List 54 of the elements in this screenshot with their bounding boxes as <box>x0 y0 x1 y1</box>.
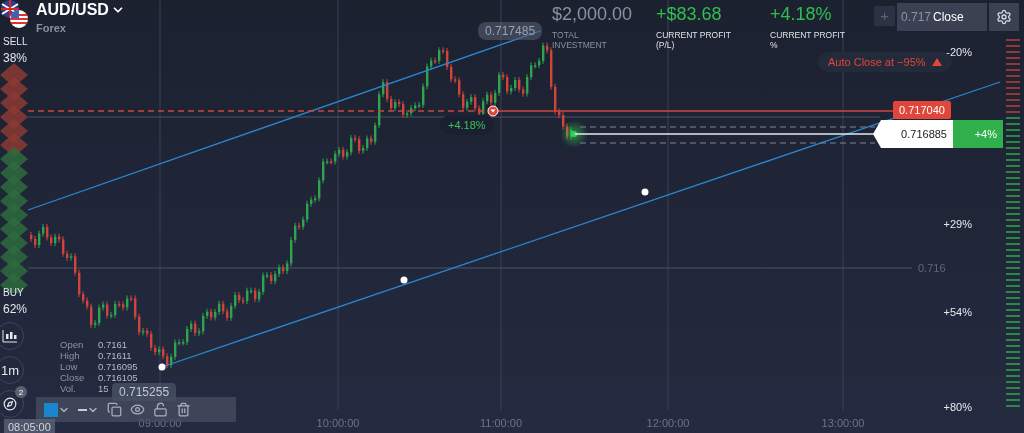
bar-chart-icon <box>2 329 18 343</box>
ohlc-label: High <box>60 351 81 361</box>
count-badge: 2 <box>15 386 27 398</box>
anchor-handle[interactable] <box>400 276 408 284</box>
time-label: 13:00:00 <box>821 417 865 429</box>
buy-percent: 62% <box>3 302 28 316</box>
time-label: 12:00:00 <box>646 417 690 429</box>
ohlc-label: Low <box>60 362 79 372</box>
close-button[interactable]: 0.717 Close <box>897 3 987 31</box>
trash-icon[interactable] <box>176 402 191 417</box>
stat-value: +$83.68 <box>656 4 723 24</box>
current-price-tag: 0.716885 <box>873 120 953 148</box>
ohlc-value: 0.716095 <box>98 362 138 372</box>
scale-label: +29% <box>943 218 972 230</box>
stat-label: CURRENT PROFIT (P/L) <box>656 30 732 50</box>
currency-flags-icon <box>0 0 30 30</box>
current-profit-tag: +4% <box>953 120 1003 148</box>
scale-label: +80% <box>943 401 972 413</box>
stat-label: TOTAL INVESTMENT <box>552 30 608 50</box>
sell-percent: 38% <box>3 51 28 65</box>
crosshair-time-label: 08:05:00 <box>4 419 55 433</box>
time-label: 10:00:00 <box>316 417 360 429</box>
time-label: 11:00:00 <box>480 417 522 429</box>
trade-marker-icon <box>487 105 499 117</box>
gear-icon <box>996 9 1012 25</box>
open-price-tag: 0.717040 <box>893 101 951 119</box>
scale-label: +54% <box>943 306 972 318</box>
asset-selector[interactable]: AUD/USD <box>36 1 125 19</box>
current-price-dot <box>560 120 588 148</box>
ohlc-value: 0.71611 <box>98 351 133 361</box>
buy-label: BUY <box>3 287 24 298</box>
ohlc-value: 0.7161 <box>98 340 129 350</box>
sell-label: SELL <box>3 36 28 47</box>
eye-icon[interactable] <box>130 402 145 417</box>
copy-icon[interactable] <box>107 402 122 417</box>
stat-value: $2,000.00 <box>552 4 634 24</box>
ohlc-label: Vol. <box>60 384 77 394</box>
anchor-handle[interactable] <box>158 363 166 371</box>
unlock-icon[interactable] <box>153 402 168 417</box>
color-picker[interactable] <box>44 402 70 417</box>
asset-category: Forex <box>36 22 67 34</box>
channel-price-label: 0.717485 <box>478 22 543 40</box>
compass-icon <box>3 397 17 411</box>
ohlc-value: 0.716105 <box>98 373 138 383</box>
price-axis-label: 0.716 <box>918 262 946 274</box>
time-label: 09:00:00 <box>138 417 182 429</box>
settings-button[interactable] <box>989 3 1019 31</box>
anchor-handle[interactable] <box>641 188 649 196</box>
profit-badge: +4.18% <box>440 115 494 135</box>
stat-label: CURRENT PROFIT % <box>770 30 846 50</box>
ohlc-label: Open <box>60 340 85 350</box>
ohlc-label: Close <box>60 373 86 383</box>
triangle-icon <box>931 58 942 66</box>
stat-value: +4.18% <box>770 4 833 24</box>
